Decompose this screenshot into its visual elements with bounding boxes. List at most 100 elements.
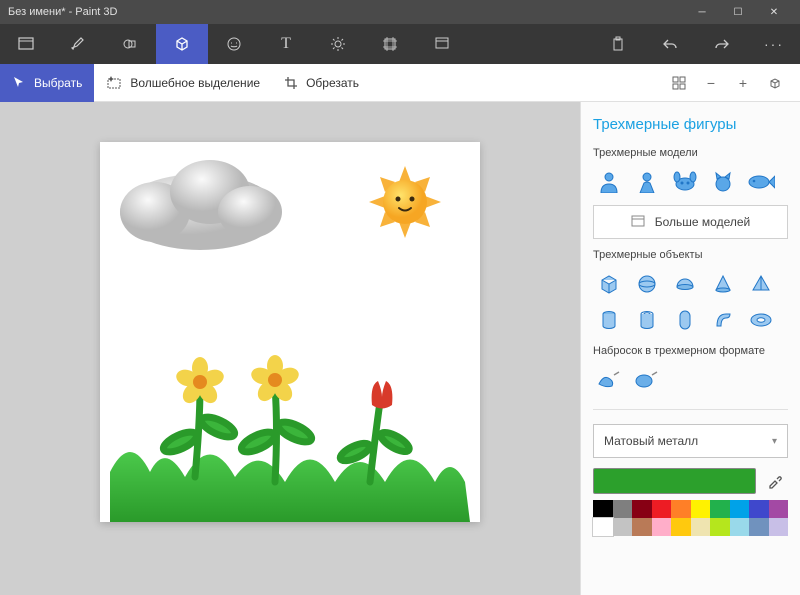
grid-view-button[interactable] <box>664 68 694 98</box>
3d-shapes-tab[interactable] <box>156 24 208 64</box>
more-models-button[interactable]: Больше моделей <box>593 205 788 239</box>
color-swatch[interactable] <box>749 500 769 518</box>
content-area: Трехмерные фигуры Трехмерные модели Боль… <box>0 102 800 595</box>
3d-library-tab[interactable] <box>416 24 468 64</box>
color-swatch[interactable] <box>769 518 789 536</box>
sketch-row <box>593 365 788 395</box>
shape-cylinder-button[interactable] <box>593 305 625 335</box>
menu-button[interactable] <box>0 24 52 64</box>
color-swatch[interactable] <box>691 518 711 536</box>
shape-torus-button[interactable] <box>745 305 777 335</box>
main-toolbar: T ··· <box>0 24 800 64</box>
objects-row <box>593 269 788 335</box>
close-button[interactable]: ✕ <box>756 0 792 24</box>
select-label: Выбрать <box>34 76 82 90</box>
panel-divider <box>593 409 788 410</box>
shape-hemisphere-button[interactable] <box>669 269 701 299</box>
color-swatch[interactable] <box>593 500 613 518</box>
crop-label: Обрезать <box>306 76 359 90</box>
color-swatch[interactable] <box>671 500 691 518</box>
eyedropper-button[interactable] <box>762 468 788 494</box>
model-dog-button[interactable] <box>669 167 701 197</box>
model-cat-button[interactable] <box>707 167 739 197</box>
color-swatch[interactable] <box>749 518 769 536</box>
shape-tube-button[interactable] <box>631 305 663 335</box>
crop-icon <box>284 76 298 90</box>
shape-sphere-button[interactable] <box>631 269 663 299</box>
crop-button[interactable]: Обрезать <box>272 64 371 102</box>
sketch-sharp-button[interactable] <box>593 365 625 395</box>
color-swatch[interactable] <box>652 518 672 536</box>
color-swatch[interactable] <box>613 518 633 536</box>
library-icon <box>631 214 645 231</box>
window-titlebar: Без имени* - Paint 3D ─ ☐ ✕ <box>0 0 800 24</box>
sketch-soft-button[interactable] <box>631 365 663 395</box>
app-root: Без имени* - Paint 3D ─ ☐ ✕ T <box>0 0 800 595</box>
shape-capsule-button[interactable] <box>669 305 701 335</box>
paste-button[interactable] <box>592 24 644 64</box>
canvas-art <box>100 142 480 522</box>
brushes-tab[interactable] <box>52 24 104 64</box>
tulip <box>372 381 393 409</box>
redo-button[interactable] <box>696 24 748 64</box>
color-swatch[interactable] <box>632 500 652 518</box>
canvas-tab[interactable] <box>364 24 416 64</box>
sun-shape <box>369 166 441 238</box>
more-button[interactable]: ··· <box>748 24 800 64</box>
canvas-area[interactable] <box>0 102 580 595</box>
material-select[interactable]: Матовый металл ▾ <box>593 424 788 458</box>
magic-select-label: Волшебное выделение <box>130 76 260 90</box>
minimize-button[interactable]: ─ <box>684 0 720 24</box>
model-man-button[interactable] <box>593 167 625 197</box>
color-swatch[interactable] <box>710 500 730 518</box>
color-swatch[interactable] <box>593 518 613 536</box>
shape-pyramid-button[interactable] <box>745 269 777 299</box>
shape-curved-cylinder-button[interactable] <box>707 305 739 335</box>
cloud-shape <box>120 160 282 250</box>
maximize-button[interactable]: ☐ <box>720 0 756 24</box>
section-sketch-label: Набросок в трехмерном формате <box>593 345 788 357</box>
undo-button[interactable] <box>644 24 696 64</box>
text-tab[interactable]: T <box>260 24 312 64</box>
color-swatch[interactable] <box>691 500 711 518</box>
material-label: Матовый металл <box>604 434 698 448</box>
cursor-icon <box>12 76 26 90</box>
current-color-swatch[interactable] <box>593 468 756 494</box>
zoom-out-button[interactable]: − <box>696 68 726 98</box>
models-row <box>593 167 788 197</box>
zoom-in-button[interactable]: + <box>728 68 758 98</box>
view-3d-button[interactable] <box>760 68 790 98</box>
canvas[interactable] <box>100 142 480 522</box>
view-controls: − + <box>664 68 800 98</box>
color-palette <box>593 500 788 536</box>
color-main-row <box>593 468 788 494</box>
sub-toolbar: Выбрать Волшебное выделение Обрезать − + <box>0 64 800 102</box>
panel-title: Трехмерные фигуры <box>593 116 788 133</box>
window-title: Без имени* - Paint 3D <box>8 6 684 18</box>
shape-cone-button[interactable] <box>707 269 739 299</box>
stickers-tab[interactable] <box>208 24 260 64</box>
color-swatch[interactable] <box>769 500 789 518</box>
side-panel: Трехмерные фигуры Трехмерные модели Боль… <box>580 102 800 595</box>
section-models-label: Трехмерные модели <box>593 147 788 159</box>
color-swatch[interactable] <box>613 500 633 518</box>
grass-shape <box>110 452 470 522</box>
2d-shapes-tab[interactable] <box>104 24 156 64</box>
magic-select-icon <box>106 75 122 91</box>
color-swatch[interactable] <box>710 518 730 536</box>
chevron-down-icon: ▾ <box>772 436 777 447</box>
more-models-label: Больше моделей <box>655 215 751 229</box>
window-controls: ─ ☐ ✕ <box>684 0 792 24</box>
model-fish-button[interactable] <box>745 167 777 197</box>
effects-tab[interactable] <box>312 24 364 64</box>
color-swatch[interactable] <box>671 518 691 536</box>
color-swatch[interactable] <box>632 518 652 536</box>
select-button[interactable]: Выбрать <box>0 64 94 102</box>
magic-select-button[interactable]: Волшебное выделение <box>94 64 272 102</box>
shape-cube-button[interactable] <box>593 269 625 299</box>
color-swatch[interactable] <box>730 518 750 536</box>
section-objects-label: Трехмерные объекты <box>593 249 788 261</box>
model-woman-button[interactable] <box>631 167 663 197</box>
color-swatch[interactable] <box>730 500 750 518</box>
color-swatch[interactable] <box>652 500 672 518</box>
